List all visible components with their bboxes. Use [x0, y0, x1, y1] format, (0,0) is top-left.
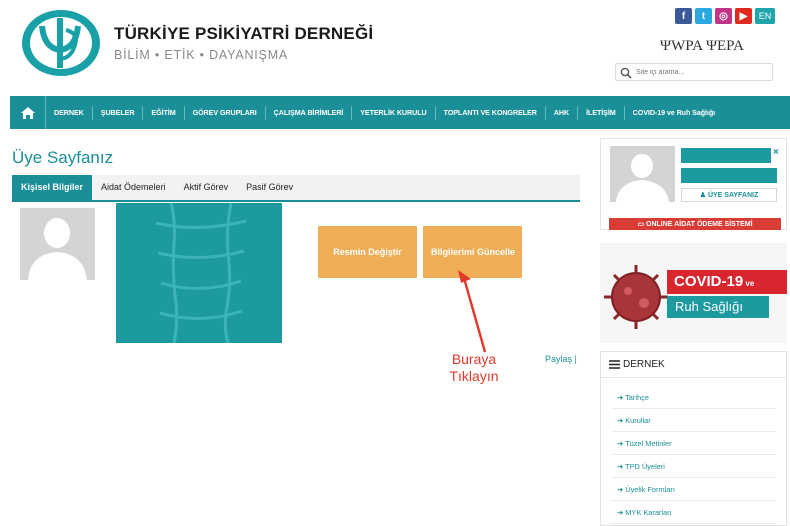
- nav-iletisim[interactable]: İLETİŞİM: [578, 105, 625, 120]
- nav-covid[interactable]: COVID-19 ve Ruh Sağlığı: [625, 106, 723, 120]
- person-icon: [28, 218, 87, 280]
- covid-title: COVID-19 ve: [667, 270, 787, 294]
- nav-dernek[interactable]: DERNEK: [46, 105, 93, 120]
- dernek-item-tuzel-metinler[interactable]: ➜ Tüzel Metinler: [611, 432, 776, 455]
- nav-yeterlik-kurulu[interactable]: YETERLİK KURULU: [352, 105, 436, 120]
- annotation-line-1: Buraya: [451, 351, 497, 367]
- virus-icon: [604, 265, 668, 329]
- nav-subeler[interactable]: ŞUBELER: [93, 105, 144, 120]
- annotation-line-2: Tıklayın: [449, 368, 499, 384]
- covid-banner[interactable]: COVID-19 ve Ruh Sağlığı: [600, 243, 787, 343]
- site-tagline: BİLİM • ETİK • DAYANIŞMA: [114, 48, 289, 62]
- main-nav: DERNEK ŞUBELER EĞİTİM GÖREV GRUPLARI ÇAL…: [10, 96, 790, 129]
- search-input[interactable]: [636, 65, 766, 79]
- user-panel: × ♟ ÜYE SAYFANIZ ▭ ONLINE AİDAT ÖDEME Sİ…: [600, 138, 787, 230]
- user-avatar: [610, 146, 675, 202]
- site-header: TÜRKİYE PSİKİYATRİ DERNEĞİ BİLİM • ETİK …: [0, 0, 790, 92]
- change-photo-button[interactable]: Resmin Değiştir: [318, 226, 417, 278]
- language-en-button[interactable]: EN: [755, 8, 775, 24]
- dernek-item-tarihce[interactable]: ➜ Tarihçe: [611, 386, 776, 409]
- tab-aktif-gorev[interactable]: Aktif Görev: [175, 175, 238, 200]
- home-button[interactable]: [10, 96, 46, 129]
- menu-icon: [609, 360, 620, 369]
- covid-title-main: COVID-19: [674, 273, 744, 290]
- share-link[interactable]: Paylaş |: [545, 354, 577, 364]
- online-payment-button[interactable]: ▭ ONLINE AİDAT ÖDEME SİSTEMİ: [609, 218, 781, 230]
- search-icon[interactable]: [619, 66, 633, 80]
- user-info-bar: [681, 168, 777, 183]
- instagram-icon[interactable]: ◎: [715, 8, 732, 24]
- covid-title-small: ve: [743, 279, 755, 288]
- dernek-menu-header: DERNEK: [601, 352, 786, 378]
- close-icon[interactable]: ×: [773, 147, 779, 158]
- dernek-item-uyelik-formlari[interactable]: ➜ Üyelik Formları: [611, 478, 776, 501]
- page: TÜRKİYE PSİKİYATRİ DERNEĞİ BİLİM • ETİK …: [0, 0, 790, 526]
- dernek-item-myk-kararlari[interactable]: ➜ MYK Kararları: [611, 501, 776, 524]
- member-page-button[interactable]: ♟ ÜYE SAYFANIZ: [681, 188, 777, 202]
- nav-egitim[interactable]: EĞİTİM: [143, 105, 185, 120]
- twitter-icon[interactable]: t: [695, 8, 712, 24]
- partner-logos[interactable]: ΨWPA ΨEPA: [660, 38, 744, 55]
- photo-pattern: [155, 203, 247, 343]
- page-title: Üye Sayfanız: [12, 148, 114, 167]
- site-title[interactable]: TÜRKİYE PSİKİYATRİ DERNEĞİ: [114, 24, 373, 44]
- facebook-icon[interactable]: f: [675, 8, 692, 24]
- tab-aidat-odemeleri[interactable]: Aidat Ödemeleri: [92, 175, 175, 200]
- dernek-menu: DERNEK ➜ Tarihçe ➜ Kurullar ➜ Tüzel Meti…: [600, 351, 787, 526]
- dernek-menu-title: DERNEK: [623, 358, 665, 370]
- nav-calisma-birimleri[interactable]: ÇALIŞMA BİRİMLERİ: [266, 105, 353, 120]
- click-here-annotation: Buraya Tıklayın: [432, 351, 516, 385]
- home-icon: [20, 106, 35, 119]
- annotation-arrow: [458, 270, 487, 353]
- dernek-item-tpd-uyeleri[interactable]: ➜ TPD Üyeleri: [611, 455, 776, 478]
- search-box: [615, 63, 773, 81]
- profile-photo: [116, 203, 282, 343]
- youtube-icon[interactable]: ▶: [735, 8, 752, 24]
- nav-toplanti-kongreler[interactable]: TOPLANTI VE KONGRELER: [436, 105, 546, 120]
- user-name-bar: [681, 148, 771, 163]
- dernek-list: ➜ Tarihçe ➜ Kurullar ➜ Tüzel Metinler ➜ …: [601, 378, 786, 524]
- profile-tabs: Kişisel Bilgiler Aidat Ödemeleri Aktif G…: [12, 175, 580, 202]
- dernek-item-kurullar[interactable]: ➜ Kurullar: [611, 409, 776, 432]
- person-icon: [616, 154, 669, 202]
- nav-ahk[interactable]: AHK: [546, 105, 579, 120]
- tpd-logo[interactable]: [20, 8, 102, 78]
- nav-gorev-gruplari[interactable]: GÖREV GRUPLARI: [185, 105, 266, 120]
- tab-kisisel-bilgiler[interactable]: Kişisel Bilgiler: [12, 175, 93, 200]
- covid-subtitle: Ruh Sağlığı: [667, 296, 769, 318]
- avatar-placeholder: [20, 208, 95, 280]
- social-links: f t ◎ ▶ EN: [675, 8, 775, 24]
- tab-pasif-gorev[interactable]: Pasif Görev: [237, 175, 302, 200]
